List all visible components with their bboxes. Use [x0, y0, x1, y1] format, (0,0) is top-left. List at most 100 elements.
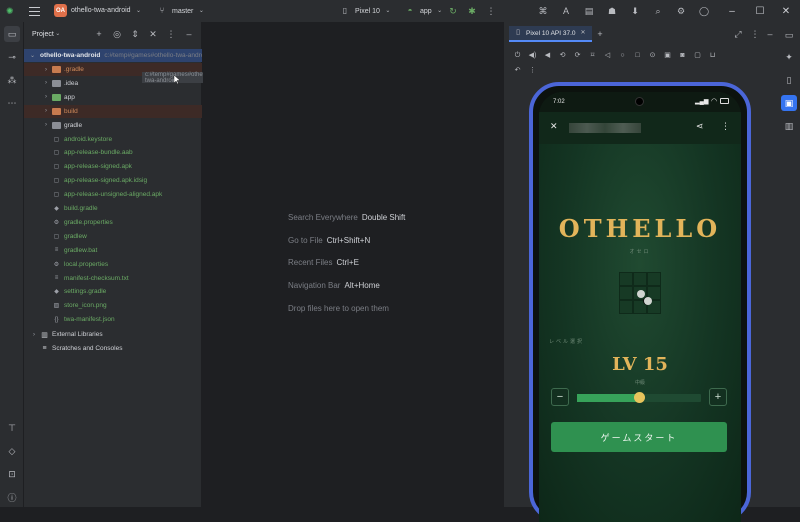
tree-item[interactable]: ▢ app-release-bundle.aab [24, 146, 202, 159]
close-icon[interactable]: ✕ [580, 27, 587, 39]
fold-icon[interactable]: ⌑ [587, 50, 598, 62]
chevron-right-icon[interactable]: › [30, 332, 38, 338]
options-icon[interactable]: ⋮ [165, 28, 177, 40]
device-manager-icon[interactable]: ▤ [583, 5, 595, 17]
chevron-right-icon[interactable]: › [42, 67, 50, 73]
bug-report-icon[interactable]: ☗ [606, 5, 618, 17]
gemini-icon[interactable]: ◇ [4, 443, 20, 459]
terminal-icon[interactable]: ⊡ [4, 466, 20, 482]
options-icon[interactable]: ⋮ [749, 28, 761, 40]
snapshot-icon[interactable]: ▣ [662, 50, 673, 62]
tree-item[interactable]: {} twa-manifest.json [24, 313, 202, 326]
more-menu-icon[interactable]: ⋮ [721, 121, 730, 132]
power-icon[interactable]: ⏻ [512, 50, 523, 62]
level-slider[interactable] [577, 392, 701, 403]
screenshot-icon[interactable]: ⊙ [647, 50, 658, 62]
tree-item[interactable]: › build [24, 104, 202, 118]
account-icon[interactable]: ◯ [698, 5, 710, 17]
gemini-chat-icon[interactable]: ✦ [781, 49, 797, 65]
settings-icon[interactable]: ⚙ [675, 5, 687, 17]
resource-manager-icon[interactable]: ⁂ [4, 72, 20, 88]
device-tab[interactable]: ▯ Pixel 10 API 37.0 ✕ [509, 26, 592, 42]
tree-item-label: .idea [64, 79, 79, 87]
tree-item[interactable]: ▢ app-release-unsigned-aligned.apk [24, 188, 202, 201]
tree-item[interactable]: ▢ app-release-signed.apk [24, 160, 202, 173]
more-options-icon[interactable]: ⋮ [527, 65, 538, 77]
tree-item[interactable]: ◆ settings.gradle [24, 285, 202, 298]
display-icon[interactable]: ▢ [692, 50, 703, 62]
tree-item[interactable]: ≡ manifest-checksum.txt [24, 272, 202, 285]
project-panel-title[interactable]: Project [32, 31, 54, 38]
rotate-right-icon[interactable]: ⟳ [572, 50, 583, 62]
tree-external-libraries[interactable]: › ▥ External Libraries [24, 328, 202, 341]
start-game-button[interactable]: ゲームスタート [551, 422, 727, 452]
expand-all-icon[interactable]: ⇕ [129, 28, 141, 40]
level-increase-button[interactable]: + [709, 388, 727, 406]
search-icon[interactable]: ⌕ [652, 5, 664, 17]
more-tools-icon[interactable]: ⋯ [4, 95, 20, 111]
main-menu-icon[interactable] [28, 4, 41, 18]
debug-icon[interactable]: ✱ [466, 5, 478, 17]
tree-root[interactable]: ⌄ othello-twa-android c:#temp#games#othe… [24, 49, 202, 62]
chevron-right-icon[interactable]: › [42, 108, 50, 114]
project-switcher[interactable]: OA othello-twa-android ⌄ [54, 4, 143, 17]
tree-item[interactable]: ▨ store_icon.png [24, 299, 202, 312]
branch-switcher[interactable]: ⑂ master ⌄ [156, 5, 205, 17]
device-selector[interactable]: ▯ Pixel 10 ⌄ [339, 5, 392, 17]
sdk-manager-icon[interactable]: ⬇ [629, 5, 641, 17]
tree-item-label: app [64, 93, 75, 101]
expand-icon[interactable]: ⤢ [732, 28, 744, 40]
chevron-right-icon[interactable]: › [42, 80, 50, 86]
maximize-button[interactable]: ☐ [746, 0, 774, 22]
chevron-right-icon[interactable]: › [42, 122, 50, 128]
tree-item[interactable]: ◆ build.gradle [24, 202, 202, 215]
hide-panel-icon[interactable]: – [183, 28, 195, 40]
close-icon[interactable]: ✕ [550, 121, 558, 132]
locate-file-icon[interactable]: ◎ [111, 28, 123, 40]
more-actions-icon[interactable]: ⋮ [485, 5, 497, 17]
add-device-icon[interactable]: + [594, 28, 606, 40]
project-tool-icon[interactable]: ▭ [4, 26, 20, 42]
device-explorer-icon[interactable]: ▥ [781, 118, 797, 134]
volume-up-icon[interactable]: ◀) [527, 50, 538, 62]
build-variants-icon[interactable]: ⊤ [4, 420, 20, 436]
spellcheck-icon[interactable]: A [560, 5, 572, 17]
hint-label: Search Everywhere [288, 213, 358, 222]
volume-down-icon[interactable]: ◀ [542, 50, 553, 62]
tree-item[interactable]: ≡ gradlew.bat [24, 244, 202, 257]
hide-panel-icon[interactable]: – [764, 28, 776, 40]
apply-changes-icon[interactable]: ↻ [447, 5, 459, 17]
tree-scratches[interactable]: ≡ Scratches and Consoles [24, 342, 202, 355]
new-file-icon[interactable]: + [93, 28, 105, 40]
tree-item[interactable]: › gradle [24, 119, 202, 132]
camera-icon[interactable]: ◙ [677, 50, 688, 62]
device-manager-icon[interactable]: ▯ [781, 72, 797, 88]
chevron-down-icon[interactable]: ⌄ [54, 28, 62, 40]
level-decrease-button[interactable]: − [551, 388, 569, 406]
tree-item[interactable]: › app [24, 91, 202, 104]
close-window-button[interactable]: ✕ [772, 0, 800, 22]
problems-icon[interactable]: ⓘ [4, 489, 20, 505]
undo-icon[interactable]: ↶ [512, 65, 523, 77]
translate-icon[interactable]: ⌘ [537, 5, 549, 17]
lock-icon[interactable]: ⊔ [707, 50, 718, 62]
chevron-right-icon[interactable]: › [42, 94, 50, 100]
chevron-down-icon[interactable]: ⌄ [30, 52, 35, 59]
run-config-selector[interactable]: ◓ app ⌄ [404, 5, 444, 17]
collapse-all-icon[interactable]: ✕ [147, 28, 159, 40]
tree-item[interactable]: ▢ gradlew [24, 230, 202, 243]
tree-item[interactable]: ⚙ gradle.properties [24, 216, 202, 229]
overview-icon[interactable]: □ [632, 50, 643, 62]
running-devices-icon[interactable]: ▣ [781, 95, 797, 111]
share-icon[interactable]: ⋖ [696, 121, 704, 132]
minimize-button[interactable]: – [718, 0, 746, 22]
tree-item[interactable]: ⚙ local.properties [24, 258, 202, 271]
tree-item[interactable]: ▢ android.keystore [24, 133, 202, 146]
rotate-left-icon[interactable]: ⟲ [557, 50, 568, 62]
home-icon[interactable]: ○ [617, 50, 628, 62]
commit-tool-icon[interactable]: ⊸ [4, 49, 20, 65]
notifications-icon[interactable]: ▭ [781, 27, 797, 43]
tree-item[interactable]: ▢ app-release-signed.apk.idsig [24, 174, 202, 187]
back-icon[interactable]: ◁ [602, 50, 613, 62]
level-slider-thumb[interactable] [634, 392, 645, 403]
